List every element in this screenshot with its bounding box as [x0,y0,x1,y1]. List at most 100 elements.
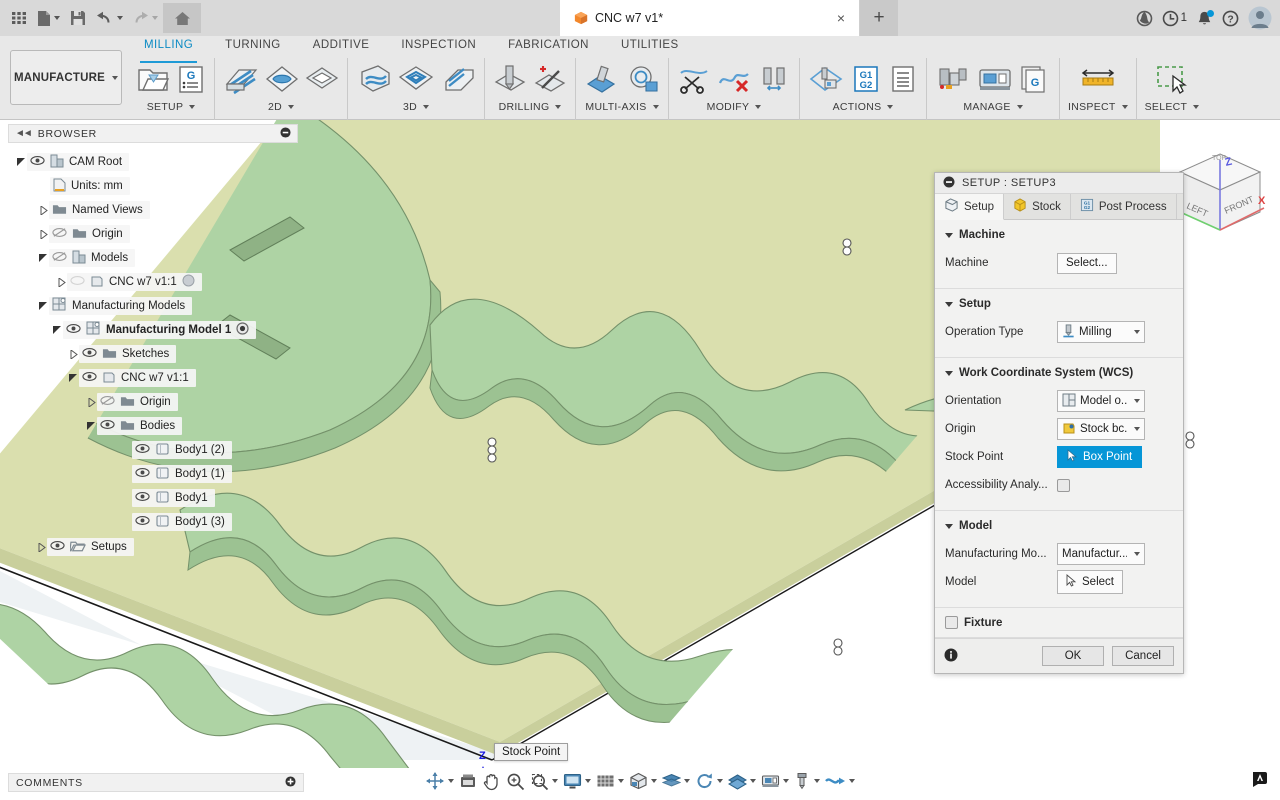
setup-dialog[interactable]: SETUP : SETUP3 Setup Stock G1 G2 Post Pro… [934,172,1184,674]
accessibility-analysis-checkbox[interactable] [1057,478,1070,492]
zoom-icon[interactable] [505,772,526,791]
tab-stock[interactable]: Stock [1004,194,1071,219]
tree-row-origin-nested[interactable]: Origin [8,390,308,414]
home-icon[interactable] [163,3,201,33]
collapse-left-icon[interactable]: ◄◄ [15,128,33,139]
eye-icon[interactable] [100,419,115,433]
eye-icon[interactable] [50,540,65,554]
twisty-right-icon[interactable] [56,277,67,287]
fusion-assistant-icon[interactable] [1250,769,1270,792]
panel-label-multi-axis[interactable]: MULTI-AXIS [585,101,659,113]
twisty-right-icon[interactable] [68,349,79,359]
radio-empty-icon[interactable] [182,274,195,290]
section-header-wcs[interactable]: Work Coordinate System (WCS) [945,367,1173,379]
machine-library-icon[interactable] [977,63,1013,95]
parallel-icon[interactable] [440,62,476,96]
twisty-down-icon[interactable] [38,301,49,311]
trim-toolpath-icon[interactable] [677,63,711,95]
tree-row-cnc-model-ref[interactable]: CNC w7 v1:1 [8,270,308,294]
twisty-down-icon[interactable] [68,373,79,383]
account-avatar[interactable] [1248,6,1272,30]
redo-icon[interactable] [128,3,161,33]
twisty-right-icon[interactable] [38,229,49,239]
manufacturing-model-combo[interactable]: Manufactur... [1057,543,1145,565]
chevron-down-icon[interactable] [755,105,762,109]
chevron-down-icon[interactable] [555,105,562,109]
new-file-icon[interactable] [34,3,63,33]
measure-icon[interactable] [1078,63,1118,95]
twisty-right-icon[interactable] [38,205,49,215]
chevron-down-icon[interactable] [1134,399,1140,403]
viewports-icon[interactable] [628,772,658,790]
face-icon[interactable] [223,62,259,96]
multiaxis-contour-icon[interactable] [626,62,660,96]
effects-icon[interactable] [694,772,724,790]
minimize-icon[interactable] [943,176,955,191]
pocket-clearing-icon[interactable] [398,62,434,96]
post-process-icon[interactable]: G1 G2 [850,63,882,95]
tree-row-units[interactable]: Units: mm [8,174,308,198]
chevron-down-icon[interactable] [1134,330,1140,334]
panel-label-select[interactable]: SELECT [1145,101,1200,113]
pocket-icon[interactable] [305,62,339,96]
swarf-icon[interactable] [584,62,620,96]
eye-icon[interactable] [135,491,150,505]
post-library-icon[interactable]: G [1019,63,1051,95]
chevron-down-icon[interactable] [945,301,953,307]
wcs-orientation-combo[interactable]: Model o... [1057,390,1145,412]
job-status-icon[interactable]: 1 [1162,10,1187,27]
ribbon-tab-fabrication[interactable]: FABRICATION [492,36,605,60]
eye-hidden-icon[interactable] [52,227,67,241]
ribbon-tab-inspection[interactable]: INSPECTION [385,36,492,60]
extensions-icon[interactable] [1136,10,1153,27]
tree-row-setups[interactable]: Setups [8,535,308,559]
tree-row-body1-1[interactable]: Body1 (1) [8,462,308,486]
ribbon-tab-turning[interactable]: TURNING [209,36,297,60]
tree-row-sketches[interactable]: Sketches [8,342,308,366]
grid-snaps-icon[interactable] [595,773,625,790]
tree-row-manufacturing-models[interactable]: Manufacturing Models [8,294,308,318]
display-settings-icon[interactable] [562,773,592,790]
wcs-origin-combo[interactable]: Stock bc... [1057,418,1145,440]
tool-visibility-icon[interactable] [793,772,821,790]
new-tab-icon[interactable]: + [860,0,898,36]
info-icon[interactable] [944,648,958,665]
fixture-checkbox[interactable] [945,616,958,629]
select-window-icon[interactable] [1152,62,1192,96]
close-tab-icon[interactable]: × [833,11,849,25]
section-header-setup[interactable]: Setup [945,298,1173,310]
orbit-icon[interactable] [424,771,455,791]
chevron-down-icon[interactable] [189,105,196,109]
ribbon-tab-milling[interactable]: MILLING [128,36,209,63]
chevron-down-icon[interactable] [1016,105,1023,109]
setup-sheet-icon[interactable] [888,63,918,95]
eye-hidden-icon[interactable] [52,251,67,265]
chevron-down-icon[interactable] [1134,552,1140,556]
chevron-down-icon[interactable] [945,370,953,376]
zoom-window-icon[interactable] [529,772,559,791]
chevron-down-icon[interactable] [945,232,953,238]
notifications-bell-icon[interactable] [1196,9,1214,27]
ncprogram-icon[interactable]: G [176,63,206,95]
tree-row-body1[interactable]: Body1 [8,486,308,510]
twisty-down-icon[interactable] [16,157,27,167]
pan-preset-icon[interactable] [458,772,478,790]
workspace-switcher[interactable]: MANUFACTURE [10,50,122,105]
add-comment-icon[interactable] [285,775,296,790]
stock-point-button[interactable]: Box Point [1057,446,1143,468]
tool-library-icon[interactable] [757,63,791,95]
twisty-right-icon[interactable] [86,397,97,407]
ribbon-tab-utilities[interactable]: UTILITIES [605,36,695,60]
chevron-down-icon[interactable] [945,523,953,529]
undo-icon[interactable] [93,3,126,33]
eye-hidden-icon[interactable] [100,395,115,409]
twisty-down-icon[interactable] [52,325,63,335]
help-icon[interactable]: ? [1222,10,1239,27]
visual-style-icon[interactable] [661,773,691,790]
section-header-model[interactable]: Model [945,520,1173,532]
eye-icon[interactable] [82,347,97,361]
eye-icon[interactable] [135,443,150,457]
delete-toolpath-icon[interactable] [717,63,751,95]
minimize-icon[interactable] [280,126,291,141]
chevron-down-icon[interactable] [288,105,295,109]
